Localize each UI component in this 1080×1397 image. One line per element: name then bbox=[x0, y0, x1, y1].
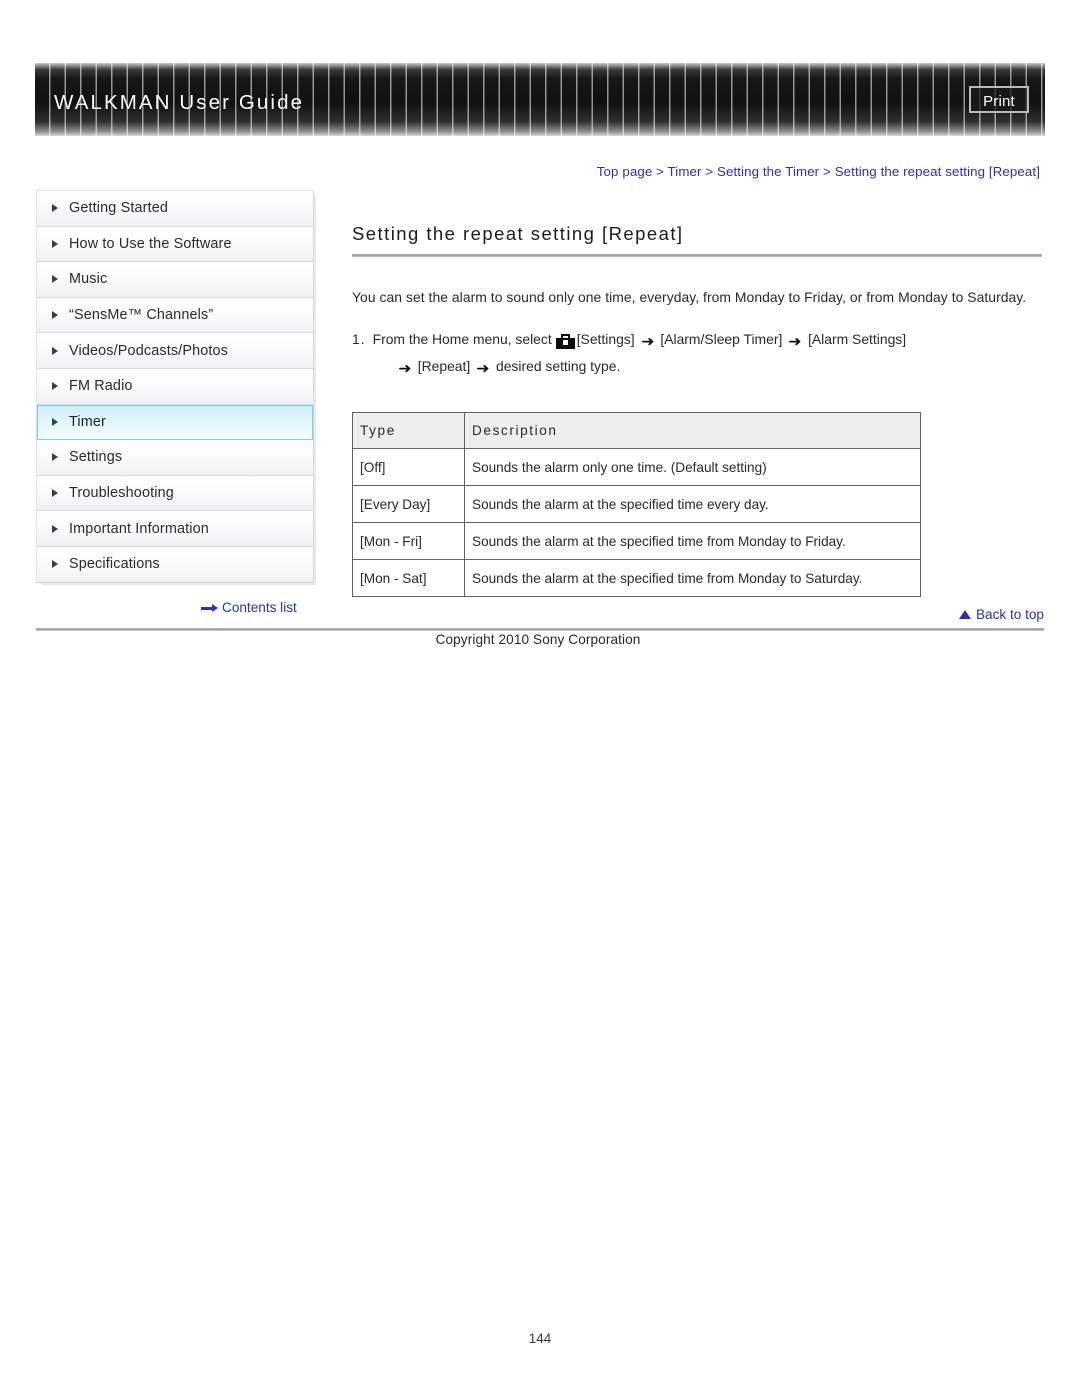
table-row: [Mon - Fri] Sounds the alarm at the speci… bbox=[352, 522, 921, 560]
sidebar-item-music[interactable]: Music bbox=[37, 262, 313, 298]
cell-description: Sounds the alarm at the specified time f… bbox=[464, 559, 921, 597]
intro-paragraph: You can set the alarm to sound only one … bbox=[352, 289, 1027, 305]
sidebar-nav-list: Getting Started How to Use the Software Mu… bbox=[36, 190, 314, 583]
table-body: [Off] Sounds the alarm only one time. (De… bbox=[352, 448, 921, 597]
sidebar-item-troubleshooting[interactable]: Troubleshooting bbox=[37, 475, 313, 512]
step-settings-label: [Settings] bbox=[576, 331, 635, 347]
title-divider bbox=[352, 254, 1042, 257]
sidebar-item-label: Getting Started bbox=[69, 200, 169, 217]
table-row: [Mon - Sat] Sounds the alarm at the speci… bbox=[352, 559, 921, 597]
sidebar-item-getting-started[interactable]: Getting Started bbox=[37, 191, 313, 227]
step-1-line-2: ➜ [Repeat] ➜ desired setting type. bbox=[392, 353, 1042, 380]
sidebar-item-label: FM Radio bbox=[69, 378, 133, 395]
right-arrow-icon: ➜ bbox=[476, 359, 490, 376]
column-header-description: Description bbox=[464, 412, 921, 449]
repeat-settings-table: Type Description [Off] Sounds the alarm o… bbox=[352, 412, 921, 597]
sidebar-item-label: Timer bbox=[69, 414, 106, 431]
table-row: [Off] Sounds the alarm only one time. (De… bbox=[352, 448, 921, 486]
sidebar-item-label: How to Use the Software bbox=[69, 235, 232, 252]
sidebar-item-videos-podcasts-photos[interactable]: Videos/Podcasts/Photos bbox=[37, 333, 313, 369]
triangle-right-icon bbox=[52, 311, 58, 320]
sidebar-item-label: Music bbox=[69, 271, 108, 288]
step-1-line-1: 1. From the Home menu, select [Settings]… bbox=[352, 326, 1042, 353]
step-alarm-sleep-timer-label: [Alarm/Sleep Timer] bbox=[660, 331, 783, 347]
sidebar-item-label: “SensMe™ Channels” bbox=[69, 307, 214, 324]
step-list: 1. From the Home menu, select [Settings]… bbox=[352, 326, 1042, 380]
right-arrow-icon: ➜ bbox=[788, 332, 802, 349]
sidebar-item-label: Videos/Podcasts/Photos bbox=[69, 342, 229, 359]
contents-list-link[interactable]: Contents list bbox=[201, 600, 297, 615]
breadcrumb-item-timer[interactable]: Timer bbox=[668, 164, 702, 179]
triangle-right-icon bbox=[52, 524, 58, 533]
sidebar-item-fm-radio[interactable]: FM Radio bbox=[37, 368, 313, 405]
cell-description: Sounds the alarm only one time. (Default… bbox=[464, 448, 921, 486]
triangle-up-icon bbox=[958, 610, 971, 619]
breadcrumb-separator: > bbox=[823, 164, 831, 179]
page-title: Setting the repeat setting [Repeat] bbox=[352, 223, 684, 244]
table-header: Type Description bbox=[352, 412, 921, 449]
triangle-right-icon bbox=[52, 418, 58, 427]
column-header-type: Type bbox=[352, 412, 465, 449]
copyright-notice: Copyright 2010 Sony Corporation bbox=[0, 632, 1080, 647]
sidebar-item-label: Settings bbox=[69, 449, 123, 466]
sidebar-item-sensme-channels[interactable]: “SensMe™ Channels” bbox=[37, 297, 313, 334]
right-arrow-icon: ➜ bbox=[398, 359, 412, 376]
triangle-right-icon bbox=[52, 453, 58, 462]
sidebar-item-specifications[interactable]: Specifications bbox=[37, 546, 313, 583]
breadcrumb-item-current: Setting the repeat setting [Repeat] bbox=[834, 164, 1040, 179]
sidebar-item-important-information[interactable]: Important Information bbox=[37, 511, 313, 547]
step-number: 1. bbox=[352, 331, 366, 347]
triangle-right-icon bbox=[52, 382, 58, 391]
sidebar-item-label: Important Information bbox=[69, 520, 209, 537]
step-text-before-icon: From the Home menu, select bbox=[372, 331, 552, 347]
sidebar-item-how-to-use-the-software[interactable]: How to Use the Software bbox=[37, 226, 313, 263]
sidebar-item-label: Specifications bbox=[69, 556, 160, 573]
sidebar-item-timer[interactable]: Timer bbox=[37, 404, 313, 441]
app-title: WALKMAN User Guide bbox=[54, 91, 305, 114]
page-number: 144 bbox=[528, 1331, 552, 1346]
sidebar-item-settings[interactable]: Settings bbox=[37, 440, 313, 476]
breadcrumb-separator: > bbox=[705, 164, 714, 179]
sidebar: Getting Started How to Use the Software Mu… bbox=[36, 190, 314, 583]
cell-type: [Every Day] bbox=[352, 485, 465, 523]
cell-type: [Mon - Sat] bbox=[352, 559, 465, 597]
back-to-top-link[interactable]: Back to top bbox=[958, 607, 1044, 622]
table-header-row: Type Description bbox=[352, 412, 921, 449]
triangle-right-icon bbox=[52, 239, 58, 248]
cell-description: Sounds the alarm at the specified time e… bbox=[464, 485, 921, 523]
footer-divider bbox=[36, 628, 1044, 631]
contents-list-label: Contents list bbox=[222, 600, 297, 615]
breadcrumb-separator: > bbox=[656, 164, 664, 179]
cell-description: Sounds the alarm at the specified time f… bbox=[464, 522, 921, 560]
triangle-right-icon bbox=[52, 560, 58, 569]
back-to-top-label: Back to top bbox=[975, 607, 1044, 622]
breadcrumb-item-setting-the-timer[interactable]: Setting the Timer bbox=[717, 164, 819, 179]
triangle-right-icon bbox=[52, 275, 58, 284]
breadcrumb-item-top-page[interactable]: Top page bbox=[597, 164, 653, 179]
step-alarm-settings-label: [Alarm Settings] bbox=[808, 331, 907, 347]
cell-type: [Mon - Fri] bbox=[352, 522, 465, 560]
cell-type: [Off] bbox=[352, 448, 465, 486]
right-long-arrow-icon bbox=[201, 603, 218, 612]
table-row: [Every Day] Sounds the alarm at the speci… bbox=[352, 485, 921, 523]
header-banner: WALKMAN User Guide Print bbox=[35, 63, 1045, 136]
main-content: Setting the repeat setting [Repeat] You … bbox=[352, 190, 1042, 597]
step-repeat-label: [Repeat] bbox=[417, 358, 471, 374]
step-desired-setting-label: desired setting type. bbox=[495, 358, 621, 374]
triangle-right-icon bbox=[52, 489, 58, 498]
triangle-right-icon bbox=[52, 204, 58, 213]
sidebar-item-label: Troubleshooting bbox=[69, 485, 174, 502]
breadcrumb: Top page > Timer > Setting the Timer > S… bbox=[597, 164, 1040, 179]
print-button[interactable]: Print bbox=[969, 86, 1029, 113]
footer-links: Contents list Back to top bbox=[36, 600, 1044, 627]
copyright-text: Copyright 2010 Sony Corporation bbox=[435, 632, 641, 647]
triangle-right-icon bbox=[52, 346, 58, 355]
right-arrow-icon: ➜ bbox=[640, 332, 655, 349]
toolbox-settings-icon bbox=[555, 334, 575, 349]
